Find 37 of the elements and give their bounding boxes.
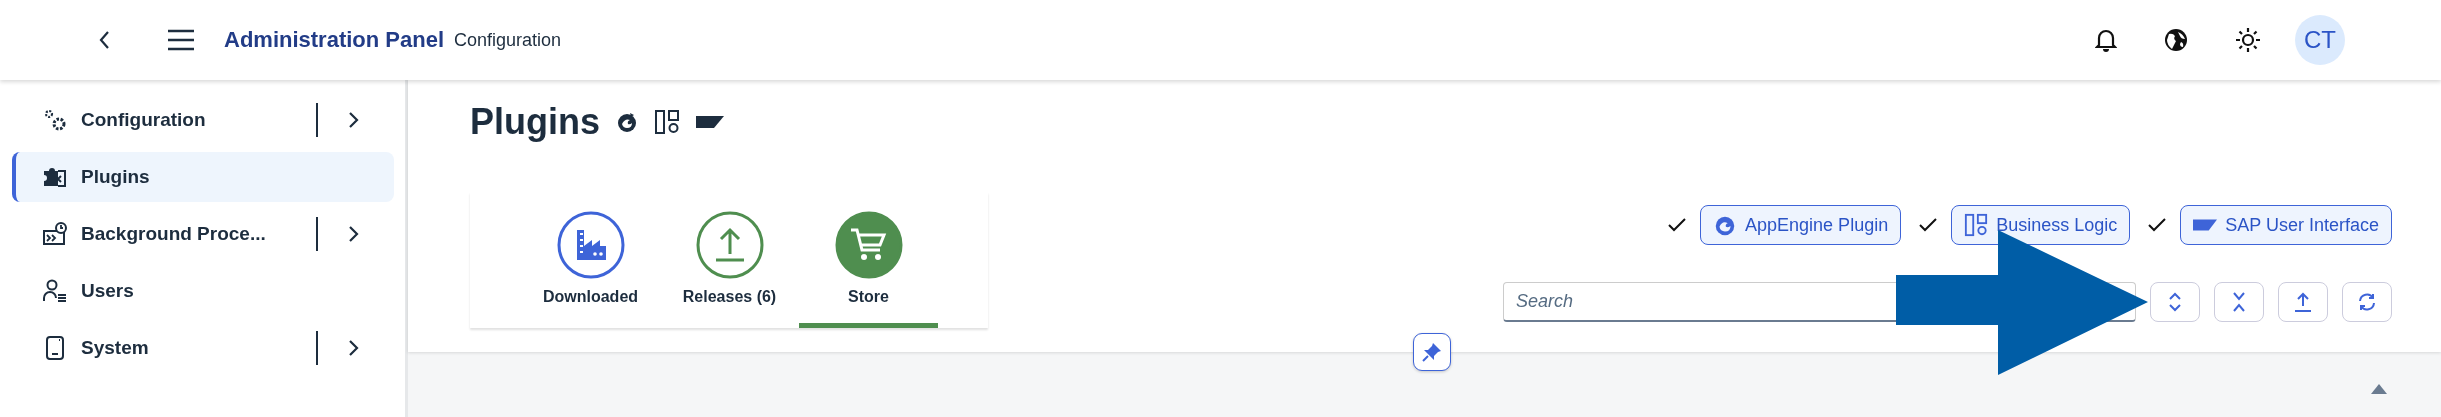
user-list-icon xyxy=(42,278,68,304)
process-icon xyxy=(42,221,68,247)
sidebar-item[interactable]: Background Proce... xyxy=(12,209,394,259)
refresh-button[interactable] xyxy=(2342,282,2392,322)
swirl-icon xyxy=(616,111,638,133)
filter-token[interactable]: Business Logic xyxy=(1951,205,2131,245)
sidebar-item[interactable]: System xyxy=(12,323,394,373)
user-avatar[interactable]: CT xyxy=(2295,15,2345,65)
pin-button[interactable] xyxy=(1413,333,1451,371)
expand-button[interactable] xyxy=(2150,282,2201,322)
chevron-right-icon[interactable] xyxy=(348,111,360,129)
upload-button[interactable] xyxy=(2278,282,2329,322)
globe-icon[interactable] xyxy=(2163,27,2189,53)
menu-icon[interactable] xyxy=(168,29,194,51)
layout-icon xyxy=(1964,213,1989,237)
pin-icon xyxy=(1421,341,1443,363)
bell-icon[interactable] xyxy=(2095,28,2117,52)
app-title: Administration Panel xyxy=(224,27,445,53)
chevron-right-icon[interactable] xyxy=(348,339,360,357)
page-title: Plugins xyxy=(470,101,600,143)
layout-icon xyxy=(654,109,680,135)
scroll-up-icon[interactable] xyxy=(2370,383,2388,395)
sun-icon[interactable] xyxy=(2235,27,2261,53)
tab[interactable]: Releases (6) xyxy=(660,192,799,328)
tab[interactable]: Store xyxy=(799,192,938,328)
filter-token[interactable]: AppEngine Plugin xyxy=(1700,205,1902,245)
sidebar-item[interactable]: Plugins xyxy=(12,152,394,202)
sidebar-item[interactable]: Users xyxy=(12,266,394,316)
back-icon[interactable] xyxy=(98,30,112,50)
refresh-icon xyxy=(2356,291,2378,313)
collapse-button[interactable] xyxy=(2214,282,2265,322)
app-subtitle: Configuration xyxy=(454,29,562,51)
tab[interactable]: Downloaded xyxy=(521,192,660,328)
filter-token[interactable]: SAP User Interface xyxy=(2180,205,2392,245)
tag-shape-icon xyxy=(696,115,724,129)
chevron-right-icon[interactable] xyxy=(348,225,360,243)
sidebar-item[interactable]: Configuration xyxy=(12,95,394,145)
